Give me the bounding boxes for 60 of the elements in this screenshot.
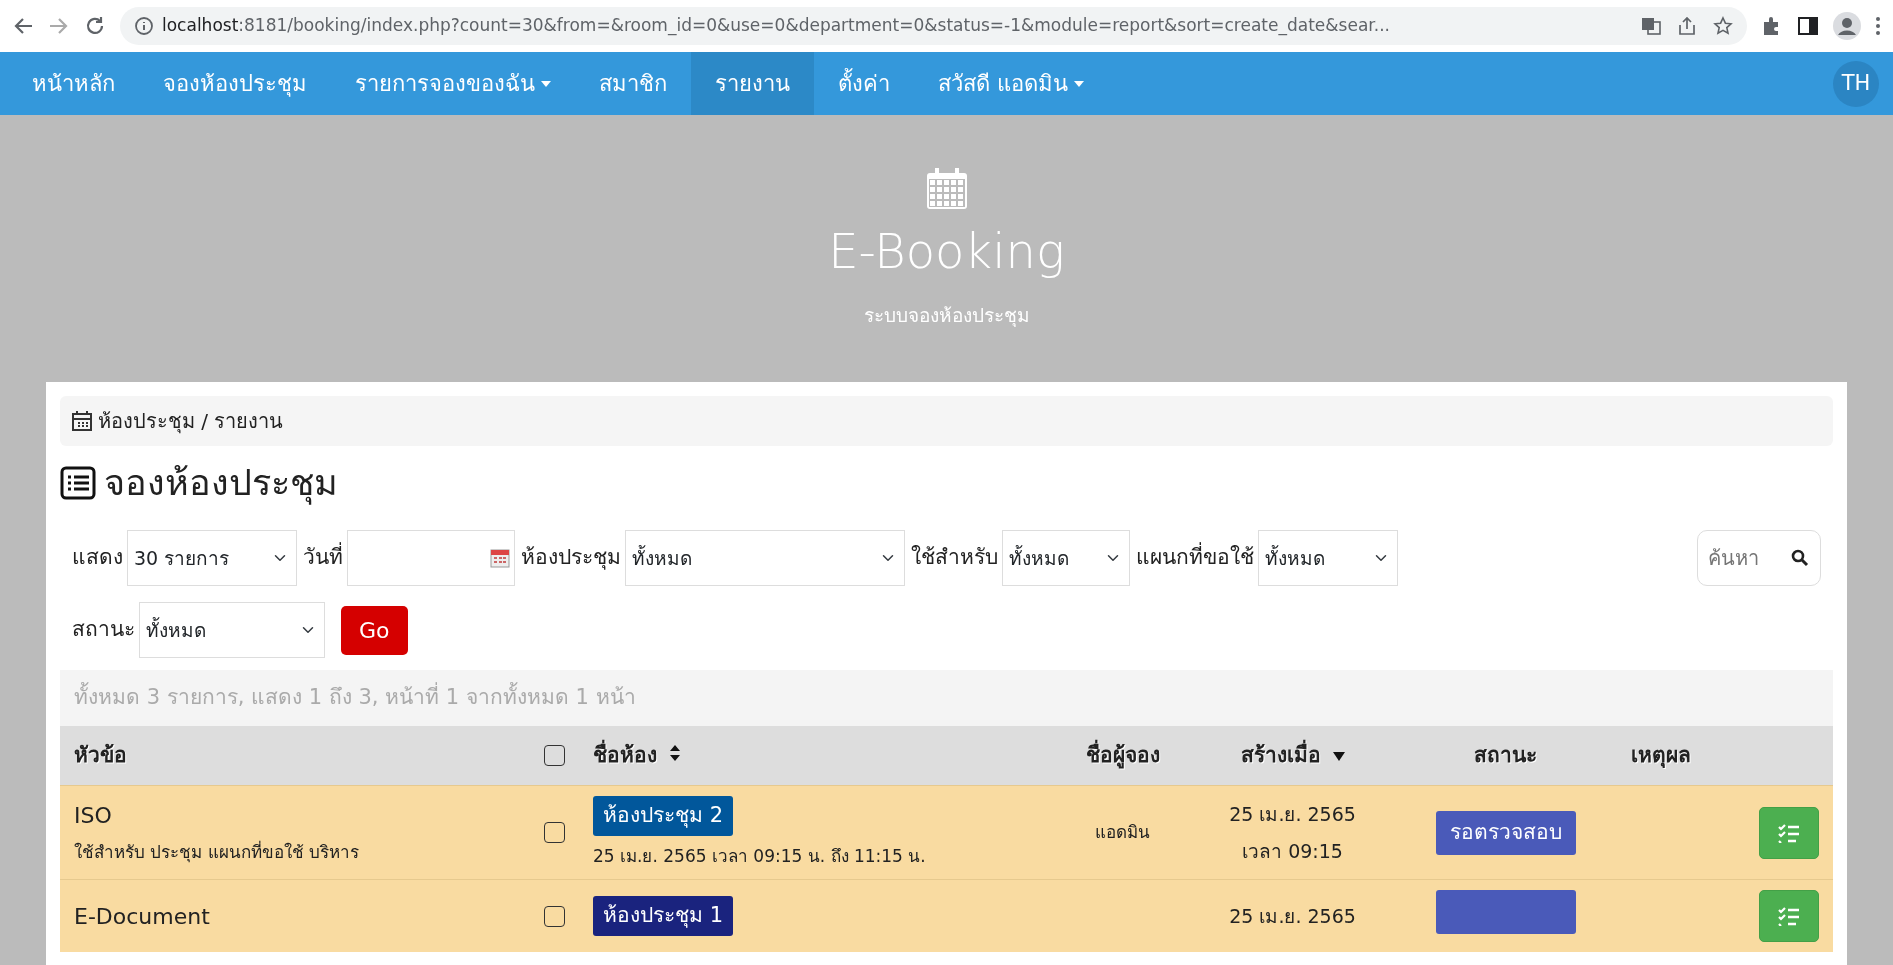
checklist-button[interactable] [1759, 890, 1819, 942]
select-all-checkbox[interactable] [544, 745, 565, 766]
filter-select[interactable]: ทั้งหมด [1258, 530, 1398, 586]
row-detail: ใช้สำหรับ ประชุม แผนกที่ขอใช้ บริหาร [74, 840, 361, 865]
row-checkbox[interactable] [544, 905, 565, 927]
calendar-icon [72, 411, 92, 431]
app-title: E-Booking [828, 223, 1065, 282]
column-header: เหตุผล [1630, 742, 1691, 767]
room-label: ห้องประชุม 2 [593, 796, 734, 836]
go-button[interactable]: Go [341, 605, 408, 655]
filter-label: สถานะ [72, 616, 135, 644]
filter-label: ใช้สำหรับ [911, 544, 998, 572]
created-time: เวลา 09:15 [1241, 838, 1344, 864]
address-bar[interactable]: localhost:8181/booking/index.php?count=30&from=&room_id=0&use=0&department=0&status=-1&module=report&sort=create_date&sear... [120, 7, 1747, 45]
checklist-button[interactable] [1759, 806, 1819, 859]
reload-icon[interactable] [84, 15, 106, 37]
checklist-icon [1778, 822, 1800, 843]
filter-label: แสดง [72, 544, 123, 572]
booker-name: แอดมิน [1095, 821, 1151, 842]
side-panel-icon[interactable] [1797, 15, 1819, 37]
sort-desc-icon[interactable] [1332, 751, 1345, 762]
search-icon[interactable] [1791, 549, 1809, 567]
row-title: ISO [74, 802, 113, 831]
filter-select[interactable]: ทั้งหมด [1002, 530, 1130, 586]
column-header: สถานะ [1474, 742, 1538, 767]
nav-link[interactable]: รายงาน [691, 52, 814, 115]
sort-icon[interactable] [669, 743, 681, 762]
app-subtitle: ระบบจองห้องประชุม [863, 303, 1030, 329]
summary-text: ทั้งหมด 3 รายการ, แสดง 1 ถึง 3, หน้าที่ 1 จากทั้งหมด 1 หน้า [60, 670, 1833, 726]
calendar-icon [490, 548, 510, 568]
filter-select[interactable]: ทั้งหมด [625, 530, 905, 586]
share-icon[interactable] [1677, 16, 1697, 36]
created-date: 25 เม.ย. 2565 [1228, 903, 1357, 929]
room-label: ห้องประชุม 1 [593, 896, 734, 936]
breadcrumb-text[interactable]: ห้องประชุม / รายงาน [98, 406, 284, 436]
booking-time: 25 เม.ย. 2565 เวลา 09:15 น. ถึง 11:15 น. [593, 844, 927, 868]
calendar-icon [924, 167, 969, 212]
caret-icon[interactable] [541, 80, 551, 87]
column-header: หัวข้อ [74, 742, 127, 767]
star-icon[interactable] [1713, 16, 1733, 36]
row-title: E-Document [74, 902, 211, 931]
filter-select[interactable]: 30 รายการ [127, 530, 297, 586]
caret-icon[interactable] [1074, 80, 1084, 87]
profile-icon[interactable] [1833, 12, 1861, 40]
filter-label: แผนกที่ขอใช้ [1136, 542, 1254, 574]
info-icon [134, 16, 154, 36]
row-checkbox[interactable] [544, 822, 565, 844]
page-title: จองห้องประชุม [104, 461, 338, 507]
filter-select[interactable]: ทั้งหมด [139, 602, 325, 658]
date-field[interactable] [347, 530, 515, 586]
menu-icon[interactable] [1875, 15, 1881, 37]
status-label: รอตรวจสอบ [1435, 810, 1576, 855]
created-date: 25 เม.ย. 2565 [1228, 802, 1357, 827]
search-field[interactable]: ค้นหา [1697, 530, 1821, 586]
filter-label: ห้องประชุม [521, 544, 621, 572]
list-icon [60, 466, 96, 500]
language-button[interactable]: TH [1833, 60, 1879, 107]
checklist-icon [1778, 906, 1800, 926]
url-text: localhost:8181/booking/index.php?count=30&from=&room_id=0&use=0&department=0&status=-1&module=report&sort=create_date&sear... [162, 14, 1390, 38]
filter-label: วันที่ [303, 542, 343, 574]
